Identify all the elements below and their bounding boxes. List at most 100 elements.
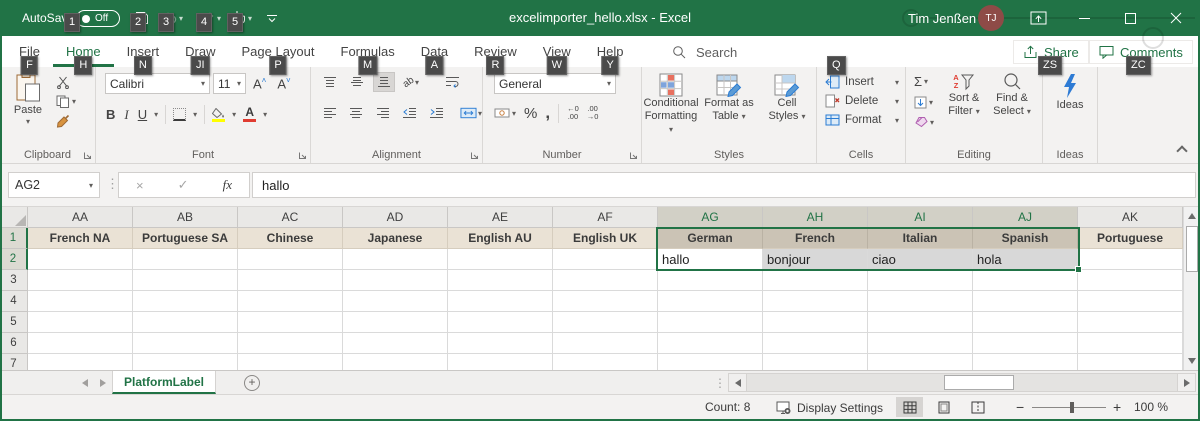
cell[interactable] (28, 270, 133, 291)
delete-cells-button[interactable]: Delete ▾ (825, 94, 899, 108)
scroll-right-button[interactable] (1177, 374, 1195, 391)
display-settings-button[interactable]: Display Settings (776, 398, 883, 417)
row-header[interactable]: 4 (0, 291, 28, 312)
zoom-level[interactable]: 100 % (1134, 400, 1168, 414)
cell[interactable] (238, 354, 343, 370)
next-sheet-button[interactable] (100, 379, 106, 387)
cell-selected[interactable]: Spanish (973, 228, 1078, 249)
cell[interactable] (133, 354, 238, 370)
cell[interactable] (448, 249, 553, 270)
cell-selected[interactable]: hola (973, 249, 1078, 270)
touch-mode-dropdown-icon[interactable]: ▾ (248, 14, 252, 23)
cell[interactable] (553, 249, 658, 270)
percent-style-button[interactable]: % (524, 105, 537, 122)
fill-button[interactable]: ▾ (914, 96, 938, 109)
cell[interactable] (343, 270, 448, 291)
tab-view[interactable]: ViewW (530, 36, 584, 67)
copy-button[interactable]: ▾ (56, 95, 76, 108)
format-cells-button[interactable]: Format ▾ (825, 113, 899, 127)
scrollbar-splitter[interactable]: ⋮ (714, 376, 726, 390)
cell[interactable] (133, 270, 238, 291)
underline-button[interactable]: U (138, 107, 147, 122)
cell[interactable]: French NA (28, 228, 133, 249)
cell[interactable] (1078, 249, 1183, 270)
borders-dropdown-icon[interactable]: ▾ (193, 110, 197, 119)
find-select-button[interactable]: Find & Select ▾ (988, 71, 1036, 128)
cell[interactable] (448, 291, 553, 312)
count-indicator[interactable]: Count: 8 (705, 400, 750, 414)
ideas-button[interactable]: Ideas (1045, 72, 1095, 112)
redo-dropdown-icon[interactable]: ▾ (217, 14, 221, 23)
clipboard-dialog-launcher-icon[interactable] (83, 151, 92, 160)
align-right-button[interactable] (372, 103, 394, 123)
column-header[interactable]: AF (553, 207, 658, 228)
row-header[interactable]: 3 (0, 270, 28, 291)
zoom-slider-thumb[interactable] (1070, 402, 1074, 413)
cell[interactable] (448, 312, 553, 333)
font-family-select[interactable]: Calibri ▾ (105, 73, 210, 94)
accounting-format-button[interactable]: ▾ (494, 107, 516, 119)
cell[interactable] (973, 270, 1078, 291)
maximize-button[interactable] (1110, 0, 1150, 36)
customize-qat-button[interactable] (262, 8, 282, 28)
tab-home[interactable]: HomeH (53, 36, 114, 67)
font-size-select[interactable]: 11 ▾ (213, 73, 246, 94)
column-header-selected[interactable]: AH (763, 207, 868, 228)
cell[interactable] (973, 333, 1078, 354)
cell[interactable] (763, 270, 868, 291)
cell[interactable] (343, 354, 448, 370)
cell[interactable] (763, 312, 868, 333)
align-bottom-button[interactable] (373, 72, 395, 92)
cell-selected[interactable]: French (763, 228, 868, 249)
column-header[interactable]: AE (448, 207, 553, 228)
tab-insert[interactable]: InsertN (114, 36, 173, 67)
new-sheet-button[interactable]: + (244, 375, 260, 391)
cell[interactable] (973, 354, 1078, 370)
cell[interactable] (238, 333, 343, 354)
merge-center-button[interactable]: ▾ (460, 103, 482, 123)
active-cell[interactable]: hallo (658, 249, 763, 270)
bold-button[interactable]: B (106, 107, 115, 122)
formula-input[interactable]: hallo (252, 172, 1196, 198)
cell[interactable] (28, 354, 133, 370)
insert-cells-button[interactable]: Insert ▾ (825, 75, 899, 89)
sheet-tab-platformlabel[interactable]: PlatformLabel (112, 371, 216, 394)
align-middle-button[interactable] (346, 72, 368, 92)
decrease-font-size-button[interactable]: A˅ (273, 76, 294, 91)
cell-selected[interactable]: ciao (868, 249, 973, 270)
fill-color-button[interactable] (212, 108, 225, 122)
zoom-in-button[interactable]: + (1113, 399, 1121, 415)
cell[interactable] (133, 249, 238, 270)
cell[interactable]: Portuguese (1078, 228, 1183, 249)
previous-sheet-button[interactable] (82, 379, 88, 387)
cell[interactable] (763, 291, 868, 312)
cell-selected[interactable]: bonjour (763, 249, 868, 270)
clear-button[interactable]: ▾ (914, 116, 938, 128)
align-left-button[interactable] (319, 103, 341, 123)
minimize-button[interactable] (1064, 0, 1104, 36)
cell[interactable] (238, 291, 343, 312)
column-header[interactable]: AA (28, 207, 133, 228)
avatar[interactable]: TJ (978, 5, 1004, 31)
cell[interactable] (1078, 270, 1183, 291)
tab-file[interactable]: FileF (6, 36, 53, 67)
cell[interactable] (868, 291, 973, 312)
italic-button[interactable]: I (122, 107, 130, 123)
tab-draw[interactable]: DrawJI (172, 36, 228, 67)
align-center-button[interactable] (346, 103, 368, 123)
increase-indent-button[interactable] (425, 103, 447, 123)
cell[interactable] (238, 270, 343, 291)
vertical-scroll-thumb[interactable] (1186, 226, 1198, 272)
cell[interactable] (868, 270, 973, 291)
cell[interactable] (238, 312, 343, 333)
cell[interactable] (973, 312, 1078, 333)
cell-styles-button[interactable]: Cell Styles ▾ (759, 72, 816, 136)
cell[interactable] (553, 270, 658, 291)
cell-selected[interactable]: German (658, 228, 763, 249)
collapse-ribbon-icon[interactable] (1176, 145, 1187, 156)
cell[interactable] (28, 249, 133, 270)
cell[interactable] (28, 291, 133, 312)
cell[interactable] (658, 291, 763, 312)
cell[interactable] (133, 333, 238, 354)
page-break-preview-button[interactable] (964, 397, 991, 417)
